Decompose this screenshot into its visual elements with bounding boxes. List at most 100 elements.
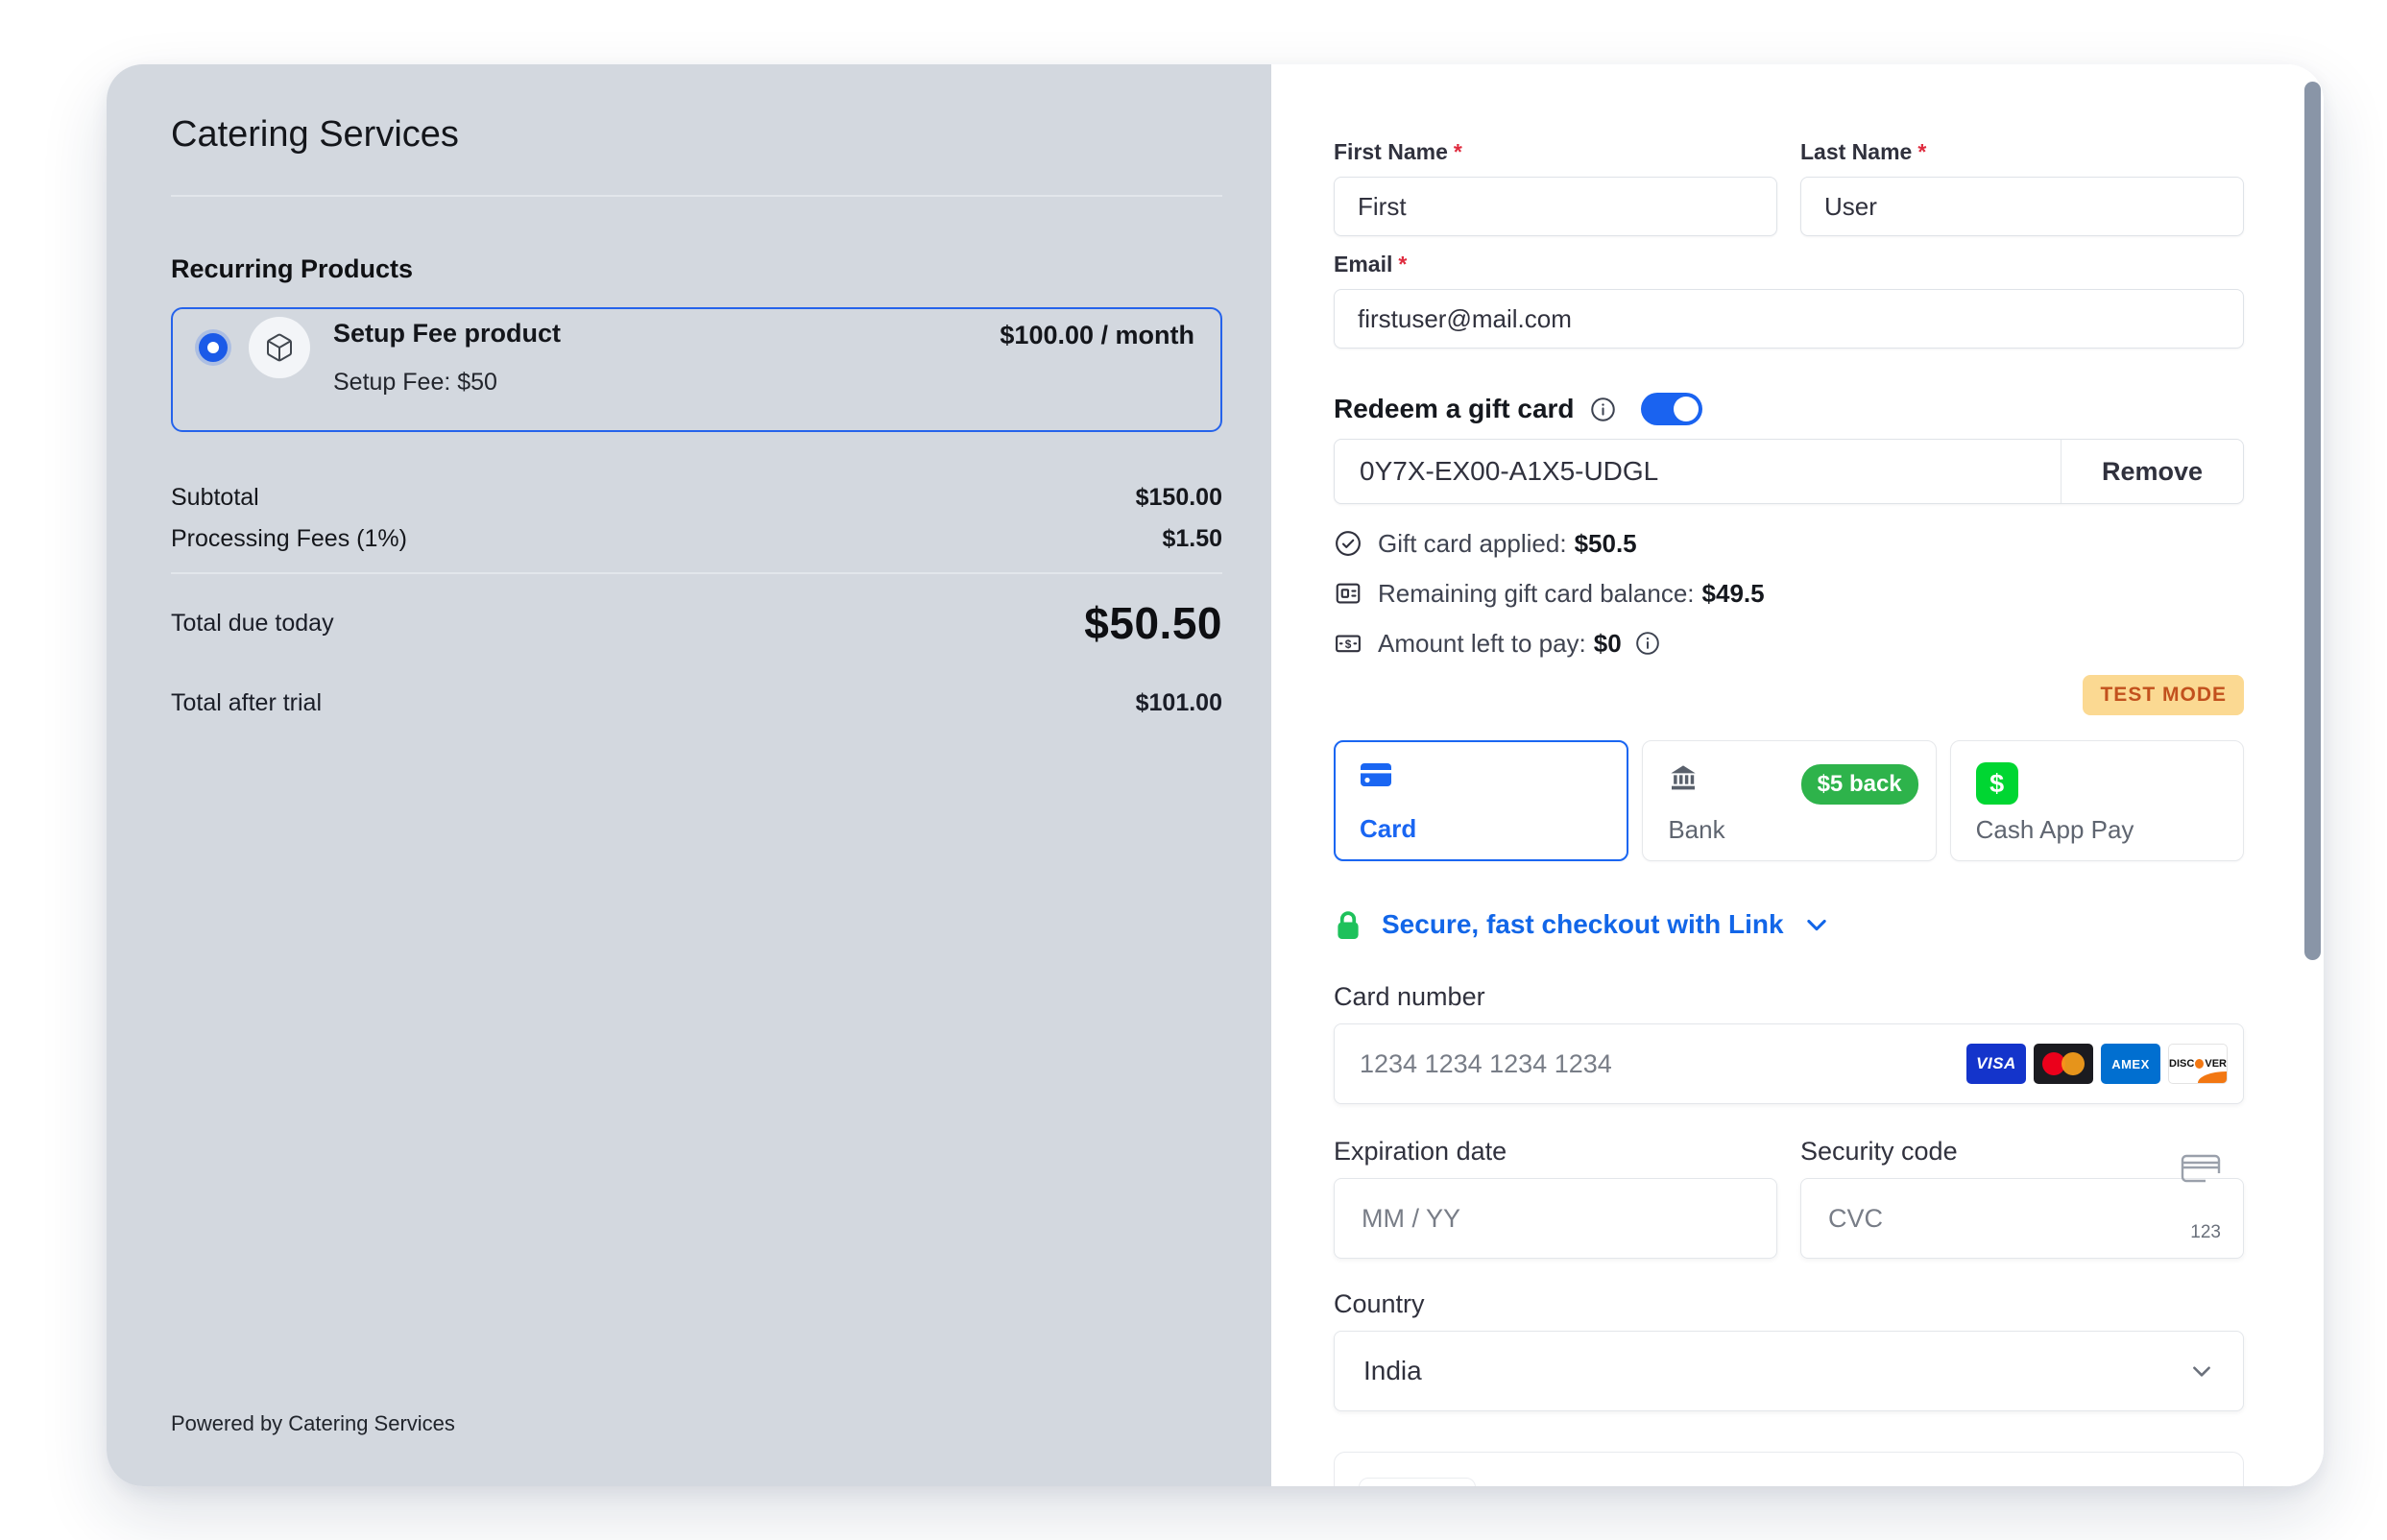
gift-card-toggle[interactable]: [1641, 393, 1702, 425]
mastercard-icon: [2034, 1044, 2093, 1084]
gift-card-header: Redeem a gift card: [1334, 393, 2244, 425]
subtotal-label: Subtotal: [171, 484, 259, 512]
product-description: Setup Fee: $50: [333, 369, 561, 397]
total-after-trial-label: Total after trial: [171, 689, 322, 717]
required-asterisk: *: [1398, 252, 1407, 277]
expiration-field: Expiration date: [1334, 1137, 1777, 1259]
tab-card-label: Card: [1360, 814, 1416, 844]
total-due-row: Total due today $50.50: [171, 597, 1222, 649]
total-due-value: $50.50: [1084, 597, 1222, 649]
processing-fees-value: $1.50: [1162, 525, 1222, 553]
tab-bank[interactable]: $5 back Bank: [1642, 740, 1936, 861]
expiry-cvc-row: Expiration date Security code 123: [1334, 1137, 2244, 1259]
gift-applied-line: Gift card applied: $50.5: [1334, 527, 2244, 560]
card-brand-icons: VISA AMEX DISCVER: [1966, 1044, 2228, 1084]
visa-icon: VISA: [1966, 1044, 2026, 1084]
powered-by-footer: Powered by Catering Services: [171, 1411, 455, 1436]
gift-balance-value: $49.5: [1702, 577, 1765, 610]
gift-card-balance-icon: [1334, 579, 1362, 608]
email-field: Email*: [1334, 252, 2244, 349]
product-avatar: [249, 317, 310, 378]
security-code-field: Security code 123: [1800, 1137, 2244, 1259]
test-mode-row: TEST MODE: [1334, 675, 2244, 715]
product-text: Setup Fee product Setup Fee: $50: [333, 319, 561, 397]
gift-applied-label: Gift card applied:: [1378, 527, 1567, 560]
test-mode-badge: TEST MODE: [2083, 675, 2244, 715]
discover-swoosh: [2198, 1071, 2227, 1083]
credit-card-icon: [1360, 762, 1392, 787]
product-radio-selected[interactable]: [199, 333, 228, 362]
card-number-input[interactable]: [1335, 1024, 1966, 1103]
card-number-label: Card number: [1334, 982, 2244, 1012]
gift-card-remove-button[interactable]: Remove: [2061, 440, 2243, 503]
last-name-field: Last Name*: [1800, 139, 2244, 236]
tab-cash-app-pay[interactable]: $ Cash App Pay: [1950, 740, 2244, 861]
total-after-trial-row: Total after trial $101.00: [171, 689, 1222, 717]
payment-form-panel: First Name* Last Name* Email* Redeem a g…: [1271, 64, 2324, 1486]
cvc-icon-digits: 123: [2187, 1222, 2221, 1243]
cashback-badge: $5 back: [1801, 764, 1918, 805]
subtotal-row: Subtotal $150.00: [171, 484, 1222, 512]
discover-dot: [2195, 1059, 2204, 1069]
chevron-down-icon: [1803, 911, 1830, 938]
product-option-setup-fee[interactable]: Setup Fee product Setup Fee: $50 $100.00…: [171, 307, 1222, 432]
link-banner-label: Secure, fast checkout with Link: [1382, 909, 1784, 940]
scrollbar-thumb[interactable]: [2304, 82, 2321, 960]
country-value: India: [1363, 1356, 1422, 1386]
summary-divider-bottom: [171, 572, 1222, 574]
select-chevron-icon: [2189, 1359, 2214, 1384]
processing-fees-label: Processing Fees (1%): [171, 525, 407, 553]
partial-chip: [1359, 1478, 1476, 1486]
expiration-input[interactable]: [1334, 1178, 1777, 1259]
first-name-label: First Name*: [1334, 139, 1777, 165]
info-icon[interactable]: [1635, 631, 1660, 656]
name-fields-row: First Name* Last Name*: [1334, 139, 2244, 236]
tab-bank-label: Bank: [1668, 815, 1724, 845]
tab-card[interactable]: Card: [1334, 740, 1628, 861]
country-select[interactable]: India: [1334, 1331, 2244, 1411]
amount-left-line: $ Amount left to pay: $0: [1334, 627, 2244, 660]
total-after-trial-value: $101.00: [1136, 689, 1222, 717]
subtotal-value: $150.00: [1136, 484, 1222, 512]
checkout-card: Catering Services Recurring Products Set…: [107, 64, 2324, 1486]
gift-balance-label: Remaining gift card balance:: [1378, 577, 1695, 610]
tab-cash-app-pay-label: Cash App Pay: [1976, 815, 2134, 845]
cvc-card-icon: [2181, 1152, 2223, 1190]
processing-fees-row: Processing Fees (1%) $1.50: [171, 525, 1222, 553]
product-name: Setup Fee product: [333, 319, 561, 349]
amount-left-label: Amount left to pay:: [1378, 627, 1586, 660]
recurring-products-heading: Recurring Products: [171, 254, 1222, 284]
gift-applied-value: $50.5: [1575, 527, 1637, 560]
expiration-label: Expiration date: [1334, 1137, 1777, 1167]
amount-left-value: $0: [1594, 627, 1622, 660]
required-asterisk: *: [1917, 139, 1926, 164]
email-input[interactable]: [1334, 289, 2244, 349]
gift-card-code-input[interactable]: 0Y7X-EX00-A1X5-UDGL: [1335, 440, 2061, 503]
email-label: Email*: [1334, 252, 2244, 277]
gift-balance-line: Remaining gift card balance: $49.5: [1334, 577, 2244, 610]
first-name-field: First Name*: [1334, 139, 1777, 236]
info-icon[interactable]: [1590, 397, 1616, 422]
package-icon: [264, 332, 295, 363]
svg-text:$: $: [1345, 638, 1352, 651]
payment-method-tabs: Card $5 back Bank $ Cash App Pay: [1334, 740, 2244, 861]
gift-card-code-box: 0Y7X-EX00-A1X5-UDGL Remove: [1334, 439, 2244, 504]
product-price: $100.00 / month: [1000, 321, 1194, 350]
security-code-input[interactable]: [1800, 1178, 2244, 1259]
next-section-partial: [1334, 1452, 2244, 1486]
summary-divider-top: [171, 195, 1222, 197]
last-name-label: Last Name*: [1800, 139, 2244, 165]
last-name-input[interactable]: [1800, 177, 2244, 236]
first-name-input[interactable]: [1334, 177, 1777, 236]
required-asterisk: *: [1454, 139, 1462, 164]
amex-icon: AMEX: [2101, 1044, 2160, 1084]
security-code-label: Security code: [1800, 1137, 2244, 1167]
order-summary-panel: Catering Services Recurring Products Set…: [107, 64, 1271, 1486]
banknote-icon: $: [1334, 629, 1362, 658]
check-circle-icon: [1334, 529, 1362, 558]
gift-card-title: Redeem a gift card: [1334, 394, 1575, 424]
card-number-box: VISA AMEX DISCVER: [1334, 1023, 2244, 1104]
link-checkout-banner[interactable]: Secure, fast checkout with Link: [1334, 907, 2244, 942]
merchant-title: Catering Services: [171, 112, 1222, 156]
country-label: Country: [1334, 1289, 2244, 1319]
